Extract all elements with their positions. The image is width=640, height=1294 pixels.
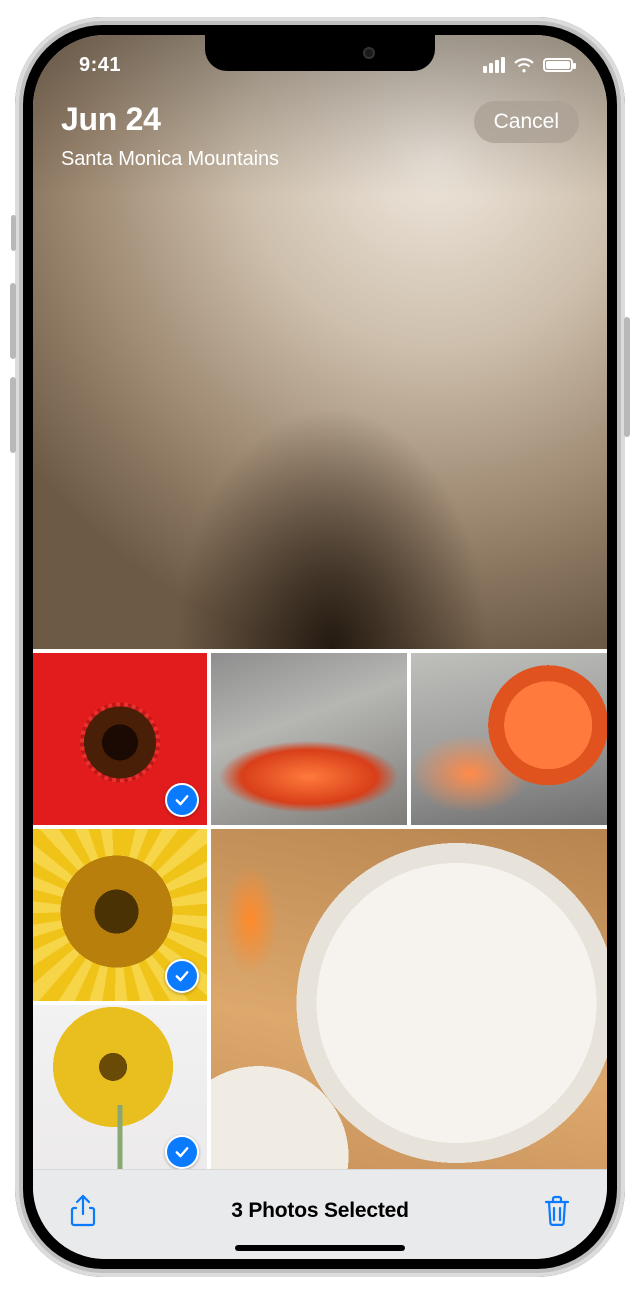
power-button[interactable]	[624, 317, 630, 437]
location-subtitle: Santa Monica Mountains	[61, 148, 279, 171]
volume-down-button[interactable]	[10, 377, 16, 453]
trash-icon	[541, 1194, 573, 1228]
cellular-icon	[483, 57, 505, 73]
photo-thumb-4[interactable]	[33, 829, 207, 1001]
photo-thumb-1[interactable]	[33, 653, 207, 825]
header-text: Jun 24 Santa Monica Mountains	[61, 101, 279, 171]
selected-check-icon	[165, 1135, 199, 1169]
cancel-button[interactable]: Cancel	[474, 101, 579, 143]
photo-thumb-3[interactable]	[411, 653, 607, 825]
photo-grid	[33, 649, 607, 1169]
battery-icon	[543, 58, 573, 72]
status-time: 9:41	[67, 54, 121, 77]
wifi-icon	[513, 57, 535, 73]
notch	[205, 35, 435, 71]
status-icons	[483, 57, 573, 73]
photo-thumb-6[interactable]	[33, 1005, 207, 1177]
share-icon	[67, 1194, 99, 1228]
date-title: Jun 24	[61, 101, 279, 138]
home-indicator[interactable]	[235, 1245, 405, 1251]
photo-thumb-2[interactable]	[211, 653, 407, 825]
selection-count-label: 3 Photos Selected	[231, 1199, 409, 1223]
screen: 9:41 Jun 24 Santa Monica Mountains Cance…	[33, 35, 607, 1259]
delete-button[interactable]	[535, 1188, 579, 1234]
mute-switch[interactable]	[11, 215, 16, 251]
selected-check-icon	[165, 783, 199, 817]
phone-frame: 9:41 Jun 24 Santa Monica Mountains Cance…	[15, 17, 625, 1277]
share-button[interactable]	[61, 1188, 105, 1234]
hero-photo[interactable]: Jun 24 Santa Monica Mountains Cancel	[33, 35, 607, 649]
selected-check-icon	[165, 959, 199, 993]
photo-thumb-5[interactable]	[211, 829, 607, 1177]
volume-up-button[interactable]	[10, 283, 16, 359]
